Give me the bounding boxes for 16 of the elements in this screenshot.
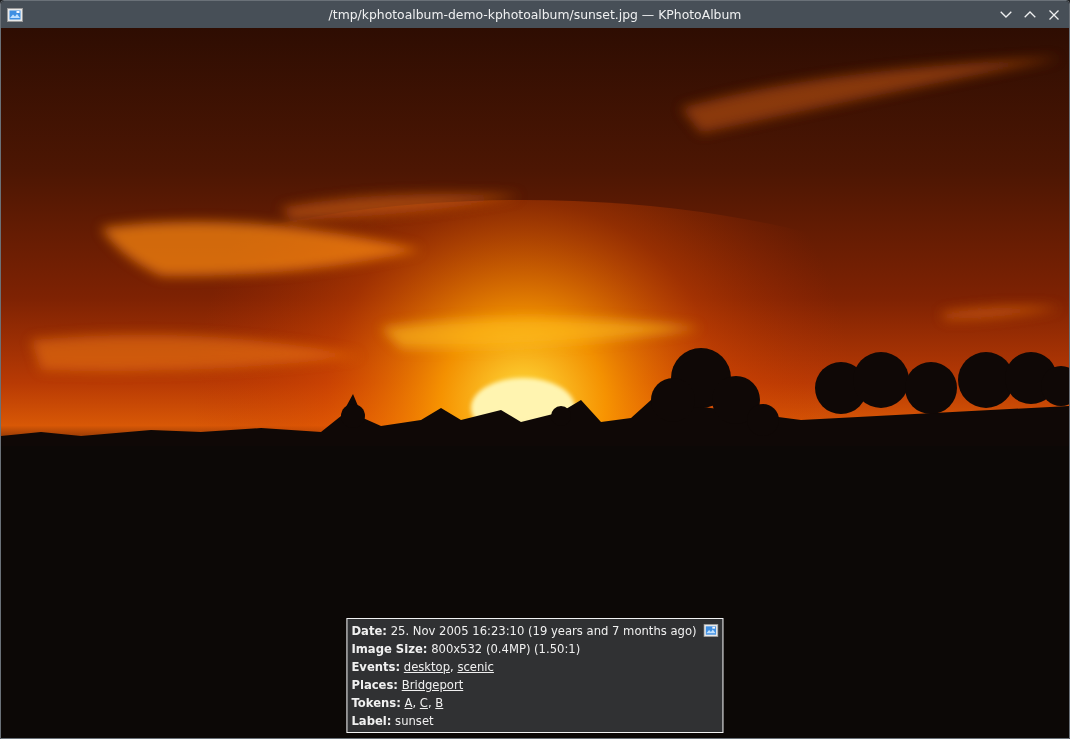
- info-line: Events: desktop, scenic: [351, 659, 495, 676]
- info-line: Date: 25. Nov 2005 16:23:10 (19 years and 7 months ago): [351, 623, 697, 640]
- tag-link[interactable]: Bridgeport: [401, 678, 464, 692]
- info-line: Places: Bridgeport: [351, 677, 465, 694]
- window-title: /tmp/kphotoalbum-demo-kphotoalbum/sunset.jpg — KPhotoAlbum: [328, 7, 742, 22]
- image-icon: [703, 624, 719, 637]
- info-line: Label: sunset: [351, 713, 435, 730]
- tag-link[interactable]: scenic: [457, 660, 494, 674]
- chevron-up-icon: [1024, 11, 1036, 18]
- info-line: Tokens: A, C, B: [351, 695, 445, 712]
- tag-link[interactable]: C: [419, 696, 428, 710]
- close-icon: [1049, 9, 1059, 20]
- tag-link[interactable]: B: [435, 696, 444, 710]
- image-icon: [7, 7, 23, 22]
- chevron-down-icon: [1000, 11, 1012, 18]
- info-line: Image Size: 800x532 (0.4MP) (1.50:1): [351, 641, 582, 658]
